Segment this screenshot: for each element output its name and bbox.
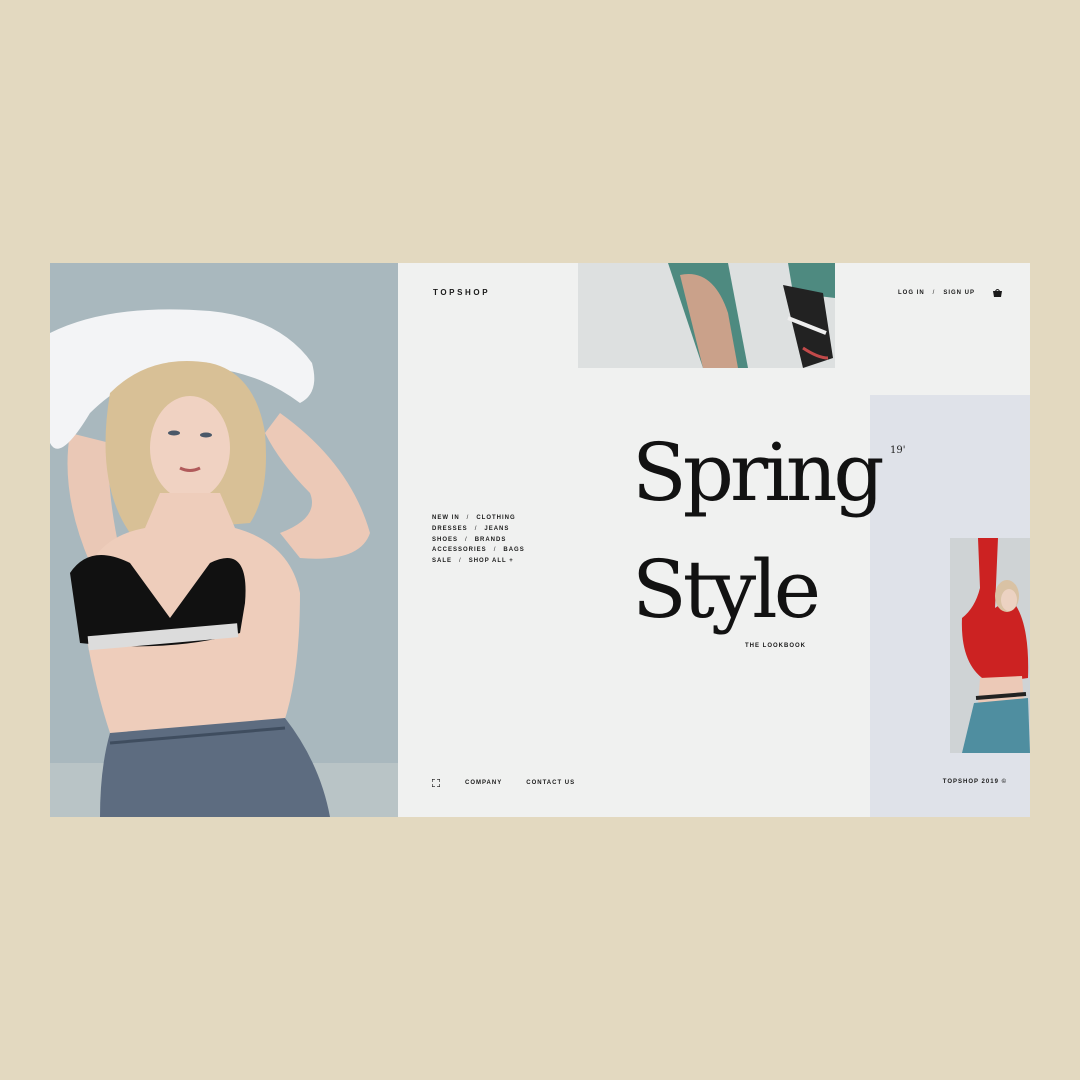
nav-dresses[interactable]: DRESSES xyxy=(432,524,468,535)
basket-icon[interactable] xyxy=(993,289,1002,297)
nav-jeans[interactable]: JEANS xyxy=(484,524,509,535)
expand-icon[interactable] xyxy=(432,779,440,787)
nav-separator: / xyxy=(493,547,497,554)
nav-row: NEW IN / CLOTHING xyxy=(432,513,525,524)
copyright-text: TOPSHOP 2019 © xyxy=(942,779,1007,785)
company-link[interactable]: COMPANY xyxy=(465,780,502,786)
nav-new-in[interactable]: NEW IN xyxy=(432,513,460,524)
nav-row: DRESSES / JEANS xyxy=(432,524,525,535)
login-link[interactable]: LOG IN xyxy=(898,290,925,296)
nav-row: SALE / SHOP ALL + xyxy=(432,556,525,567)
signup-link[interactable]: SIGN UP xyxy=(943,290,975,296)
contact-link[interactable]: CONTACT US xyxy=(526,780,575,786)
auth-links: LOG IN / SIGN UP xyxy=(898,289,1002,297)
footer-links: COMPANY CONTACT US xyxy=(432,779,599,787)
nav-accessories[interactable]: ACCESSORIES xyxy=(432,545,487,556)
nav-brands[interactable]: BRANDS xyxy=(475,535,507,546)
red-hoodie-photo xyxy=(950,538,1030,753)
brand-logo[interactable]: TOPSHOP xyxy=(433,288,490,297)
nav-shoes[interactable]: SHOES xyxy=(432,535,458,546)
lookbook-page: TOPSHOP LOG IN / SIGN UP NEW IN / CLOTHI… xyxy=(50,263,1030,817)
year-mark: 19' xyxy=(890,445,906,456)
category-nav: NEW IN / CLOTHING DRESSES / JEANS SHOES … xyxy=(432,513,525,567)
nav-separator: / xyxy=(474,525,478,532)
nav-shop-all[interactable]: SHOP ALL + xyxy=(469,556,514,567)
lookbook-subtitle: THE LOOKBOOK xyxy=(745,643,806,649)
headline-word-style: Style xyxy=(632,543,821,636)
nav-row: SHOES / BRANDS xyxy=(432,535,525,546)
auth-separator: / xyxy=(932,290,936,296)
nav-separator: / xyxy=(459,558,462,565)
nav-sale[interactable]: SALE xyxy=(432,556,452,567)
nav-row: ACCESSORIES / BAGS xyxy=(432,545,525,556)
legs-photo xyxy=(578,263,835,368)
nav-separator: / xyxy=(466,515,470,521)
hero-model-photo xyxy=(50,263,398,817)
headline-word-spring: Spring xyxy=(632,426,885,519)
nav-clothing[interactable]: CLOTHING xyxy=(476,513,515,524)
nav-separator: / xyxy=(465,536,468,543)
nav-bags[interactable]: BAGS xyxy=(503,545,524,556)
